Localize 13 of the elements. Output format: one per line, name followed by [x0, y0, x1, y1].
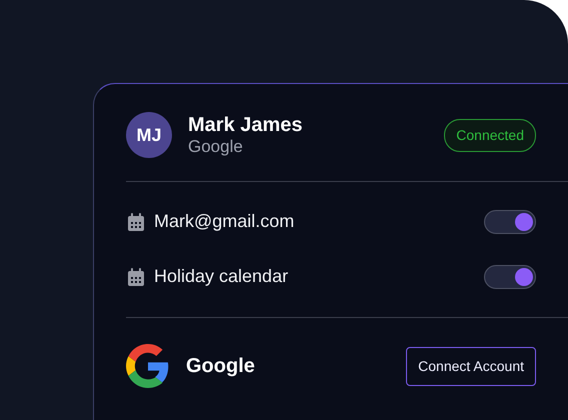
- calendar-icon: [126, 266, 146, 286]
- avatar: MJ: [126, 112, 172, 158]
- provider-name: Google: [188, 136, 244, 158]
- calendar-label: Holiday calendar: [154, 265, 290, 288]
- user-name: Mark James: [188, 112, 304, 137]
- connect-account-button[interactable]: Connect Account: [406, 346, 536, 386]
- calendar-label: Mark@gmail.com: [154, 210, 296, 233]
- status-badge: Connected: [444, 118, 536, 152]
- calendar-icon: [126, 212, 146, 232]
- account-name: Google: [186, 354, 256, 379]
- google-logo-icon: [126, 344, 170, 388]
- toggle-switch[interactable]: [484, 264, 536, 288]
- toggle-switch[interactable]: [484, 210, 536, 234]
